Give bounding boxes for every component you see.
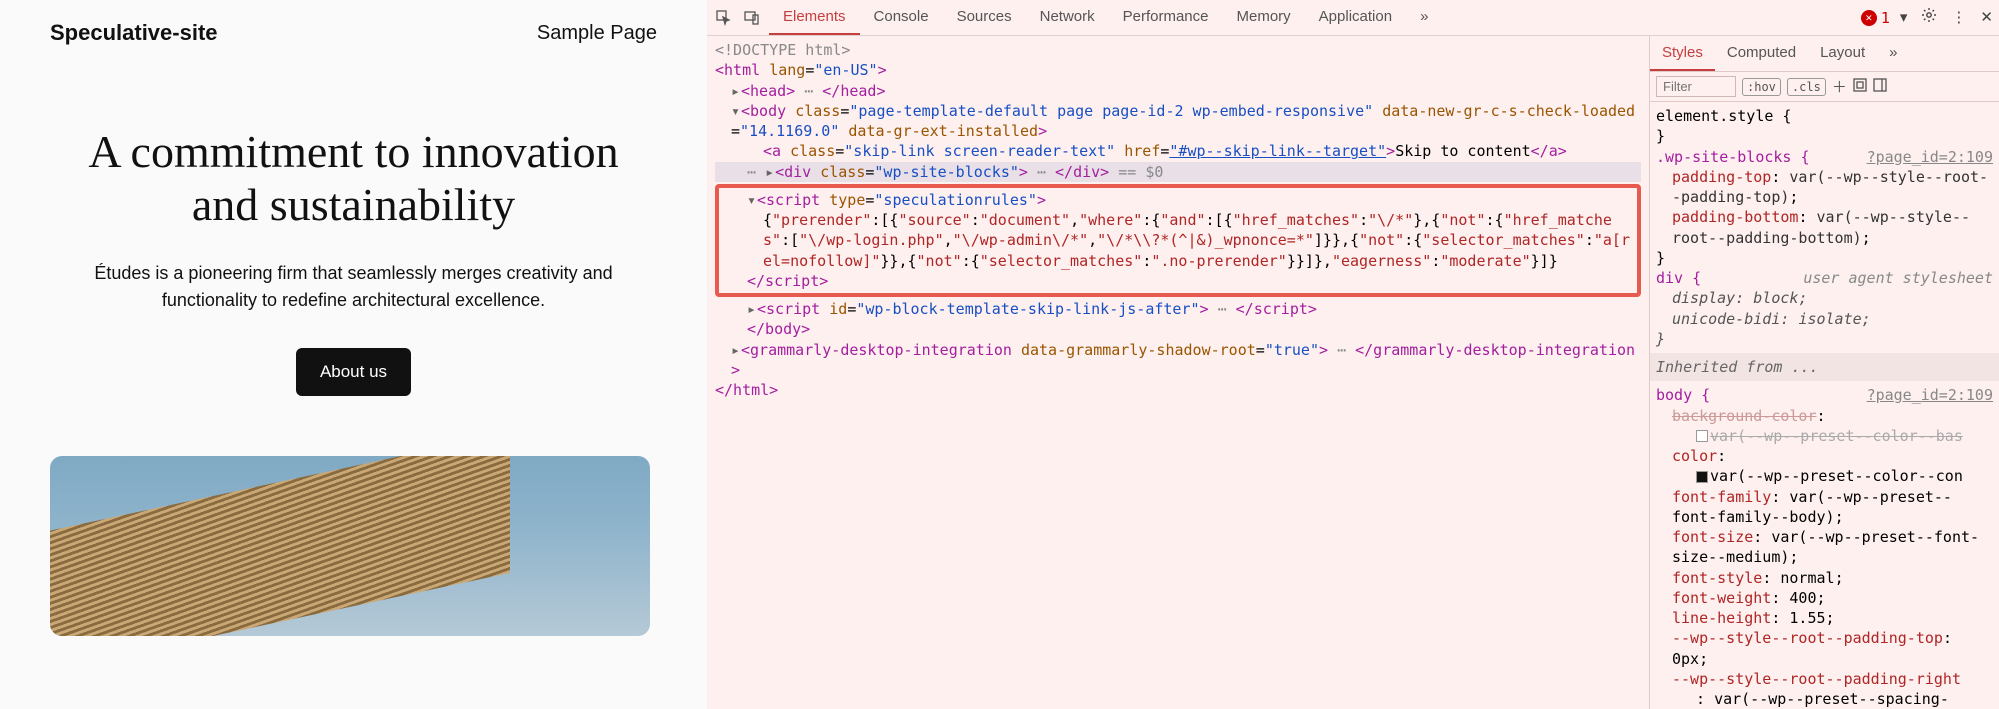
about-us-button[interactable]: About us — [296, 348, 411, 396]
val-line-height[interactable]: 1.55 — [1789, 609, 1825, 627]
styles-tab-styles[interactable]: Styles — [1650, 36, 1715, 71]
prop-unicode-bidi[interactable]: unicode-bidi — [1672, 310, 1780, 328]
dom-body-open[interactable]: ▾<body class="page-template-default page… — [715, 101, 1641, 142]
prop-bg-color[interactable]: background-color — [1672, 407, 1817, 425]
devtools-panel: Elements Console Sources Network Perform… — [707, 0, 1999, 709]
dom-skip-link-script[interactable]: ▸<script id="wp-block-template-skip-link… — [715, 299, 1641, 319]
cls-toggle[interactable]: .cls — [1787, 78, 1826, 96]
prop-display[interactable]: display — [1672, 289, 1735, 307]
prop-line-height[interactable]: line-height — [1672, 609, 1771, 627]
inherited-from-label: Inherited from ... — [1650, 353, 1999, 381]
val-unicode-bidi[interactable]: isolate — [1798, 310, 1861, 328]
devtools-tabs: Elements Console Sources Network Perform… — [769, 0, 1851, 35]
prop-color[interactable]: color — [1672, 447, 1717, 465]
tab-application[interactable]: Application — [1305, 0, 1406, 35]
prop-font-style[interactable]: font-style — [1672, 569, 1762, 587]
dom-tree[interactable]: <!DOCTYPE html> <html lang="en-US"> ▸<he… — [707, 36, 1649, 709]
styles-rules[interactable]: element.style { } .wp-site-blocks {?page… — [1650, 102, 1999, 709]
styles-tab-computed[interactable]: Computed — [1715, 36, 1808, 71]
hero-section: A commitment to innovation and sustainab… — [50, 126, 657, 636]
error-icon: ✕ — [1861, 10, 1877, 26]
val-color[interactable]: var(--wp--preset--color--con — [1710, 467, 1963, 485]
dom-html-close[interactable]: </html> — [715, 380, 1641, 400]
tabs-overflow[interactable]: » — [1406, 0, 1442, 35]
prop-padding-bottom[interactable]: padding-bottom — [1672, 208, 1798, 226]
styles-tabs-overflow[interactable]: » — [1877, 36, 1909, 71]
styles-tab-layout[interactable]: Layout — [1808, 36, 1877, 71]
tab-memory[interactable]: Memory — [1223, 0, 1305, 35]
error-count: 1 — [1881, 9, 1890, 27]
dom-skip-link[interactable]: <a class="skip-link screen-reader-text" … — [715, 141, 1641, 161]
dom-script-content[interactable]: {"prerender":[{"source":"document","wher… — [747, 210, 1631, 271]
color-swatch-fg[interactable] — [1696, 471, 1708, 483]
prop-root-padding-right[interactable]: --wp--style--root--padding-right — [1672, 670, 1961, 688]
val-display[interactable]: block — [1753, 289, 1798, 307]
val-root-padding-top[interactable]: 0px — [1672, 650, 1699, 668]
hov-toggle[interactable]: :hov — [1742, 78, 1781, 96]
tab-performance[interactable]: Performance — [1109, 0, 1223, 35]
settings-gear-icon[interactable] — [1921, 7, 1937, 28]
computed-styles-icon[interactable] — [1853, 78, 1867, 96]
val-font-style[interactable]: normal — [1780, 569, 1834, 587]
toggle-sidebar-icon[interactable] — [1873, 78, 1887, 96]
kebab-menu-icon[interactable]: ⋮ — [1951, 8, 1966, 27]
dom-speculation-script[interactable]: ▾<script type="speculationrules"> {"prer… — [715, 184, 1641, 297]
color-swatch-bg[interactable] — [1696, 430, 1708, 442]
wp-site-blocks-selector[interactable]: .wp-site-blocks { — [1656, 148, 1810, 166]
dom-head[interactable]: ▸<head> ⋯ </head> — [715, 81, 1641, 101]
source-link-2[interactable]: ?page_id=2:109 — [1867, 385, 1993, 405]
prop-padding-top[interactable]: padding-top — [1672, 168, 1771, 186]
new-style-rule-icon[interactable]: ＋ — [1832, 76, 1847, 97]
site-title-link[interactable]: Speculative-site — [50, 20, 218, 46]
div-selector[interactable]: div { — [1656, 269, 1701, 287]
ua-stylesheet-label: user agent stylesheet — [1803, 268, 1993, 288]
source-link-1[interactable]: ?page_id=2:109 — [1867, 147, 1993, 167]
tab-console[interactable]: Console — [860, 0, 943, 35]
prop-font-family[interactable]: font-family — [1672, 488, 1771, 506]
prop-font-size[interactable]: font-size — [1672, 528, 1753, 546]
dom-doctype[interactable]: <!DOCTYPE html> — [715, 40, 1641, 60]
dom-html-open[interactable]: <html lang="en-US"> — [715, 60, 1641, 80]
val-root-padding-right[interactable]: var(--wp--preset--spacing--50) — [1696, 690, 1949, 709]
hero-image — [50, 456, 650, 636]
body-selector[interactable]: body { — [1656, 386, 1710, 404]
tab-elements[interactable]: Elements — [769, 0, 860, 35]
dom-site-blocks[interactable]: ⋯ ▸<div class="wp-site-blocks"> ⋯ </div>… — [715, 162, 1641, 182]
close-devtools-icon[interactable]: ✕ — [1980, 8, 1993, 27]
dom-body-close[interactable]: </body> — [715, 319, 1641, 339]
prop-root-padding-top[interactable]: --wp--style--root--padding-top — [1672, 629, 1943, 647]
devtools-toolbar: Elements Console Sources Network Perform… — [707, 0, 1999, 36]
page-header: Speculative-site Sample Page — [50, 20, 657, 46]
hero-subtitle: Études is a pioneering firm that seamles… — [74, 260, 634, 314]
val-font-weight[interactable]: 400 — [1789, 589, 1816, 607]
element-style-selector[interactable]: element.style { — [1656, 107, 1791, 125]
nav-link-sample-page[interactable]: Sample Page — [537, 22, 657, 45]
val-bg-color[interactable]: var(--wp--preset--color--bas — [1710, 427, 1963, 445]
tab-network[interactable]: Network — [1026, 0, 1109, 35]
webpage-viewport: Speculative-site Sample Page A commitmen… — [0, 0, 707, 709]
error-badge[interactable]: ✕ 1 — [1861, 9, 1890, 27]
hero-title: A commitment to innovation and sustainab… — [50, 126, 657, 232]
dom-grammarly[interactable]: ▸<grammarly-desktop-integration data-gra… — [715, 340, 1641, 381]
chevron-down-icon[interactable]: ▾ — [1900, 8, 1908, 27]
styles-panel: Styles Computed Layout » :hov .cls ＋ ele… — [1649, 36, 1999, 709]
device-toolbar-icon[interactable] — [741, 7, 763, 29]
styles-filter-input[interactable] — [1656, 76, 1736, 97]
inspect-element-icon[interactable] — [713, 7, 735, 29]
tab-sources[interactable]: Sources — [943, 0, 1026, 35]
prop-font-weight[interactable]: font-weight — [1672, 589, 1771, 607]
